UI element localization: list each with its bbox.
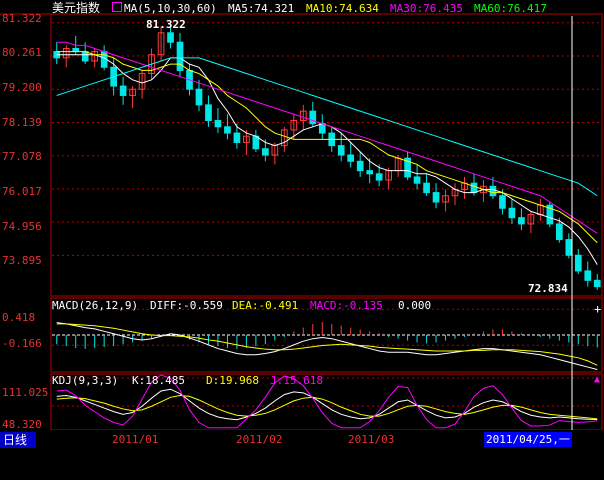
- ma-line-ma5: [56, 54, 598, 265]
- candle-down: [518, 217, 525, 225]
- candle-down: [262, 148, 269, 156]
- candle-down: [413, 176, 421, 184]
- kdj-d-value: D:19.968: [206, 374, 259, 387]
- kdj-y-label: 111.025: [2, 386, 49, 399]
- candle-down: [224, 126, 231, 134]
- macd-parameters-label: MACD(26,12,9): [52, 299, 139, 312]
- candle-down: [167, 32, 174, 43]
- candle-down: [318, 123, 326, 134]
- y-label: 74.956: [2, 220, 42, 233]
- candle-down: [233, 132, 241, 143]
- candle-down: [470, 182, 478, 194]
- candle-down: [565, 239, 573, 256]
- candle-down: [81, 51, 89, 62]
- candle-down: [423, 182, 430, 194]
- kdj-k-line: [56, 388, 598, 421]
- candle-down: [584, 270, 592, 281]
- candle-down: [508, 207, 516, 219]
- candle-down: [119, 85, 127, 96]
- ma60-value: MA60:76.417: [474, 2, 547, 15]
- macd-histogram-value: MACD:-0.135: [310, 299, 383, 312]
- macd-diff-line: [56, 322, 598, 370]
- candle-down: [375, 173, 383, 181]
- x-tick-label: 2011/03: [348, 433, 395, 446]
- y-label: 77.078: [2, 150, 42, 163]
- candle-down: [356, 160, 364, 172]
- chart-canvas[interactable]: [0, 0, 604, 430]
- chart-window[interactable]: 美元指数 MA(5,10,30,60) MA5:74.321 MA10:74.6…: [0, 0, 604, 480]
- ma-config-icon[interactable]: [112, 2, 122, 12]
- candle-down: [499, 195, 506, 209]
- candle-down: [337, 145, 345, 156]
- macd-y-label: 0.418: [2, 311, 36, 324]
- ma-line-ma60: [56, 57, 598, 197]
- moving-average-lines: [56, 41, 598, 265]
- ma10-value: MA10:74.634: [306, 2, 379, 15]
- macd-diff-value: DIFF:-0.559: [150, 299, 223, 312]
- y-label: 76.017: [2, 185, 42, 198]
- high-price-marker: 81.322: [146, 18, 186, 31]
- macd-dea-line: [56, 323, 598, 366]
- low-price-marker: 72.834: [528, 282, 568, 295]
- ma-line-ma30: [56, 41, 598, 234]
- candle-down: [574, 254, 582, 272]
- x-tick-label: 2011/01: [112, 433, 159, 446]
- instrument-title: 美元指数: [52, 1, 101, 15]
- kdj-k-value: K:18.485: [132, 374, 185, 387]
- candle-down: [214, 120, 222, 128]
- candlestick-series: [53, 23, 601, 290]
- macd-y-label: -0.166: [2, 337, 42, 350]
- y-label: 80.261: [2, 46, 42, 59]
- y-label: 81.322: [2, 12, 42, 25]
- candle-down: [366, 170, 374, 175]
- kdj-scroll-icon[interactable]: ▲: [594, 375, 600, 385]
- macd-zero-value: 0.000: [398, 299, 432, 312]
- x-tick-label: 2011/02: [236, 433, 283, 446]
- ma30-value: MA30:76.435: [390, 2, 463, 15]
- ma-parameters-label: MA(5,10,30,60): [124, 2, 217, 15]
- candle-down: [347, 154, 355, 162]
- period-tab-daily[interactable]: 日线: [0, 432, 36, 448]
- y-label: 73.895: [2, 254, 42, 267]
- expand-plus-icon[interactable]: +: [594, 303, 601, 315]
- candle-down: [555, 223, 563, 241]
- y-label: 79.200: [2, 81, 42, 94]
- kdj-j-value: J:15.618: [270, 374, 323, 387]
- candle-down: [593, 279, 601, 288]
- candle-down: [176, 41, 184, 71]
- candle-down: [195, 88, 203, 106]
- kdj-parameters-label: KDJ(9,3,3): [52, 374, 119, 387]
- candle-down: [309, 110, 317, 125]
- ma-line-ma10: [56, 51, 598, 244]
- candle-down: [432, 192, 440, 203]
- cursor-date-label: 2011/04/25,一: [484, 432, 572, 447]
- macd-dea-value: DEA:-0.491: [232, 299, 299, 312]
- y-label: 78.139: [2, 116, 42, 129]
- candle-down: [489, 185, 497, 197]
- ma5-value: MA5:74.321: [228, 2, 295, 15]
- candle-down: [205, 104, 212, 122]
- macd-series: [52, 322, 602, 370]
